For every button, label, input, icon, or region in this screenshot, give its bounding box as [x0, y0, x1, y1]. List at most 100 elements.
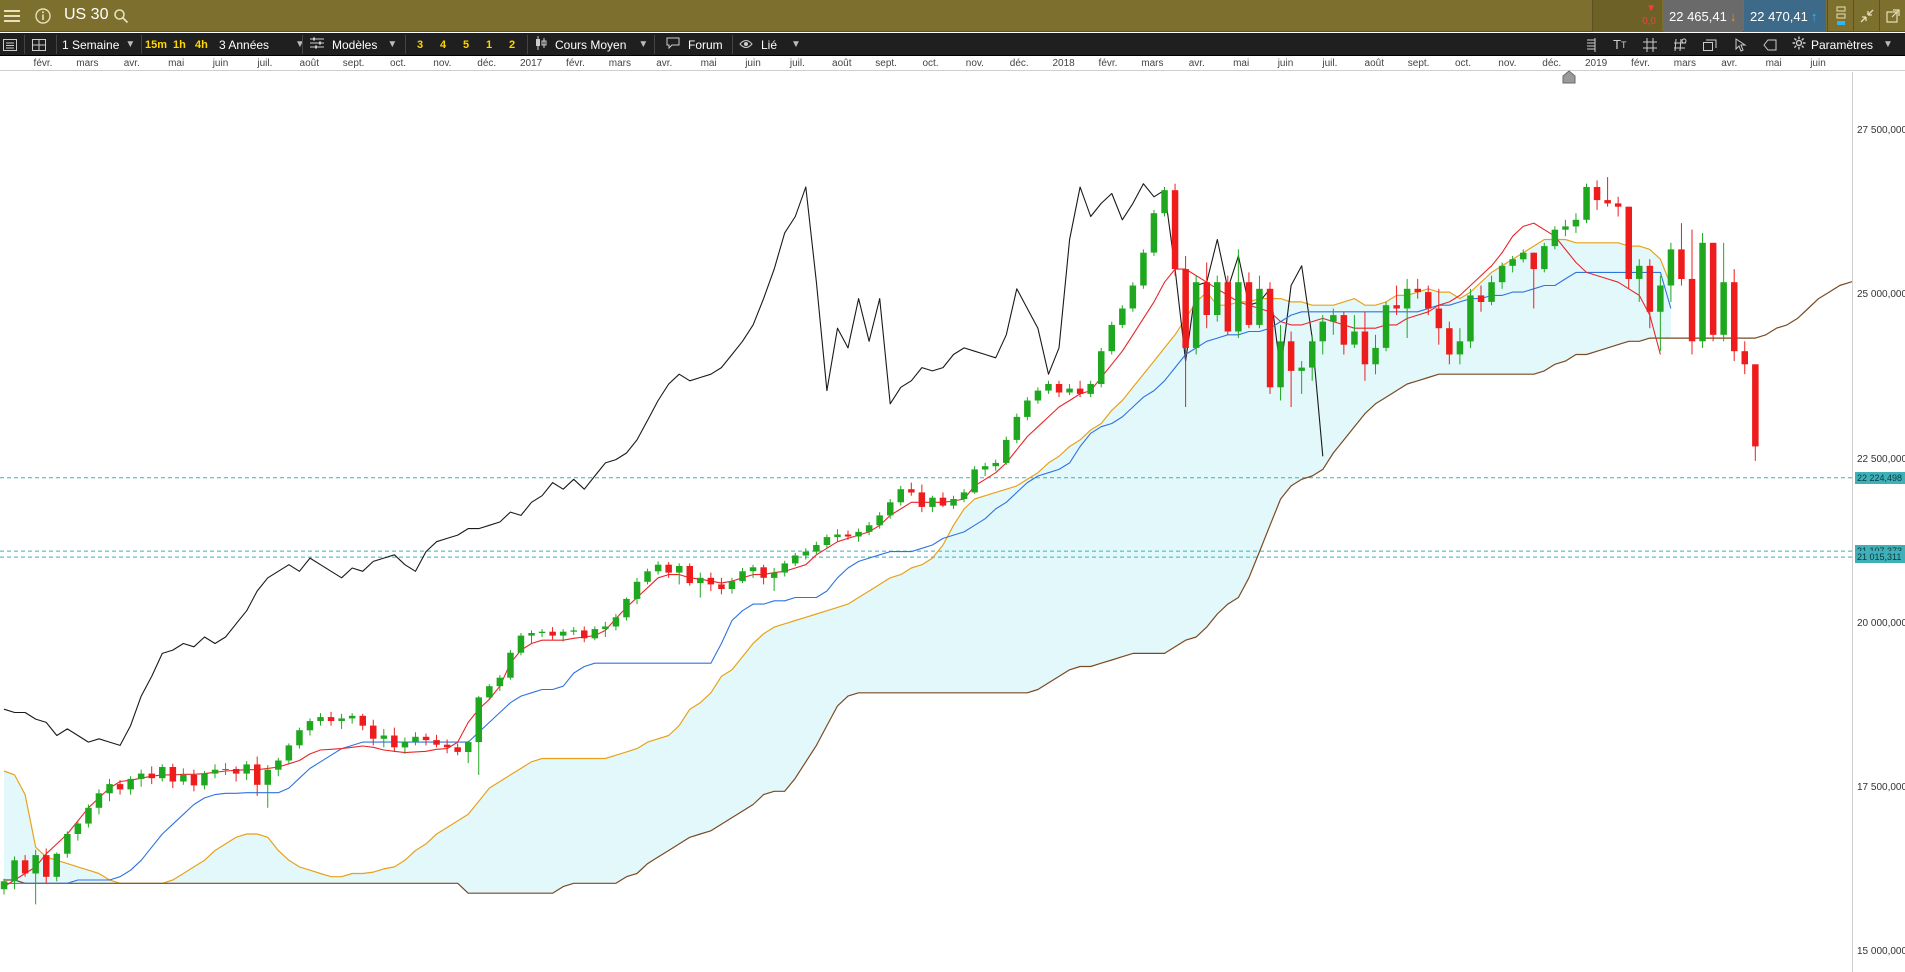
candle-body	[1171, 190, 1179, 269]
range-label: 3 Années	[219, 37, 270, 52]
interval-label: 1 Semaine	[62, 37, 120, 52]
time-axis-label: août	[1364, 58, 1384, 69]
candle-body	[443, 744, 451, 748]
candle-body	[106, 784, 113, 794]
time-axis-label: mai	[168, 58, 185, 69]
search-icon[interactable]	[110, 0, 132, 32]
chevron-down-icon: ▼	[638, 39, 649, 50]
time-axis[interactable]: févr. mars avr. mai juin juil. août sept. oct. no…	[0, 57, 1905, 71]
price-axis-label: 15 000,000	[1857, 946, 1905, 958]
candle-body	[676, 566, 683, 573]
chevron-down-icon: ▼	[125, 39, 136, 50]
candle-body	[1520, 252, 1527, 260]
candle-body	[623, 598, 630, 618]
price-axis-label: 25 000,000	[1857, 289, 1905, 301]
candle-body	[813, 545, 820, 552]
price-level-badge[interactable]: 22 224,498	[1855, 471, 1905, 484]
info-icon[interactable]	[31, 0, 55, 32]
candle-body	[116, 784, 124, 790]
collapse-icon[interactable]	[1853, 0, 1879, 32]
grid-layout-icon[interactable]	[32, 33, 46, 56]
models-menu[interactable]: Modèles ▼	[310, 33, 397, 56]
time-axis-label: juin	[212, 58, 229, 69]
candle-body	[317, 717, 324, 721]
candle-body	[1319, 321, 1326, 342]
pointer-icon[interactable]	[1735, 33, 1747, 56]
candle-body	[697, 577, 704, 584]
flag-icon[interactable]	[1763, 33, 1777, 56]
candle-body	[127, 778, 134, 790]
interval-15m-button[interactable]: 15m	[145, 33, 167, 56]
candle-body	[1604, 200, 1611, 204]
candle-body	[1731, 282, 1738, 352]
candle-body	[486, 686, 493, 698]
hash-grid-icon[interactable]	[1673, 33, 1687, 56]
hamburger-icon[interactable]	[0, 0, 24, 32]
time-axis-label: 2018	[1052, 58, 1075, 69]
crosshair-grid-icon[interactable]	[1643, 33, 1657, 56]
time-axis-label: sept.	[875, 58, 897, 69]
candle-body	[1667, 249, 1675, 286]
bid-price[interactable]: 22 465,41 ↓	[1663, 0, 1743, 32]
layout-4-button[interactable]: 4	[440, 33, 446, 56]
price-mode-label: Cours Moyen	[555, 37, 627, 52]
candle-body	[929, 497, 936, 507]
layout-5-button[interactable]: 5	[463, 33, 469, 56]
candle-body	[792, 555, 799, 564]
candle-body	[897, 489, 904, 503]
interval-4h-button[interactable]: 4h	[195, 33, 208, 56]
interval-select[interactable]: 1 Semaine ▼	[62, 33, 135, 56]
candle-body	[254, 764, 261, 785]
symbol-title[interactable]: US 30	[64, 6, 108, 24]
candle-body	[53, 853, 60, 877]
forum-button[interactable]: Forum	[666, 33, 723, 56]
time-axis-label: nov.	[965, 58, 984, 69]
candle-body	[222, 769, 229, 770]
candle-body	[380, 735, 388, 739]
candle-body	[180, 774, 187, 782]
candle-body	[1393, 305, 1400, 309]
candle-body	[43, 855, 50, 877]
candle-body	[137, 773, 145, 779]
price-chart[interactable]	[0, 72, 1905, 972]
time-axis-label: juil.	[1322, 58, 1338, 69]
time-axis-label: sept.	[342, 58, 365, 69]
candle-body	[1351, 331, 1358, 345]
time-axis-label: sept.	[1407, 58, 1430, 69]
layout-3-button[interactable]: 3	[417, 33, 423, 56]
candle-body	[665, 564, 672, 573]
linked-select[interactable]: Lié ▼	[739, 33, 801, 56]
candle-body	[1287, 341, 1295, 371]
chevron-down-icon: ▼	[387, 39, 398, 50]
bars-icon[interactable]	[1585, 33, 1597, 56]
candle-body	[1256, 288, 1263, 325]
candle-body	[74, 823, 82, 834]
candle-body	[1129, 285, 1137, 309]
windows-icon[interactable]	[1703, 33, 1717, 56]
ask-price[interactable]: 22 470,41 ↑	[1744, 0, 1826, 32]
candle-body	[1150, 213, 1158, 253]
candle-body	[1224, 282, 1232, 332]
candle-body	[422, 736, 430, 741]
candle-body	[95, 793, 103, 808]
popout-icon[interactable]	[1879, 0, 1905, 32]
price-level-badge[interactable]: 21 015,311	[1855, 551, 1905, 564]
time-axis-label: avr.	[656, 58, 673, 69]
interval-1h-button[interactable]: 1h	[173, 33, 186, 56]
candle-body	[1372, 347, 1379, 365]
layout-2-button[interactable]: 2	[509, 33, 515, 56]
list-icon[interactable]	[3, 33, 17, 56]
time-axis-label: mai	[1765, 58, 1782, 69]
candle-body	[359, 715, 366, 726]
settings-menu[interactable]: Paramètres ▼	[1792, 33, 1893, 56]
range-select[interactable]: 3 Années ▼	[219, 33, 305, 56]
price-axis[interactable]: 27 500,000 25 000,000 22 500,000 20 000,000…	[1852, 72, 1905, 972]
text-size-icon[interactable]: TT	[1613, 33, 1626, 56]
candle-body	[465, 742, 472, 752]
candle-body	[844, 534, 852, 537]
candle-body	[285, 745, 293, 761]
layout-1-button[interactable]: 1	[486, 33, 492, 56]
depth-icon[interactable]	[1827, 0, 1853, 32]
candle-body	[275, 760, 282, 770]
price-mode-select[interactable]: Cours Moyen ▼	[535, 33, 648, 56]
